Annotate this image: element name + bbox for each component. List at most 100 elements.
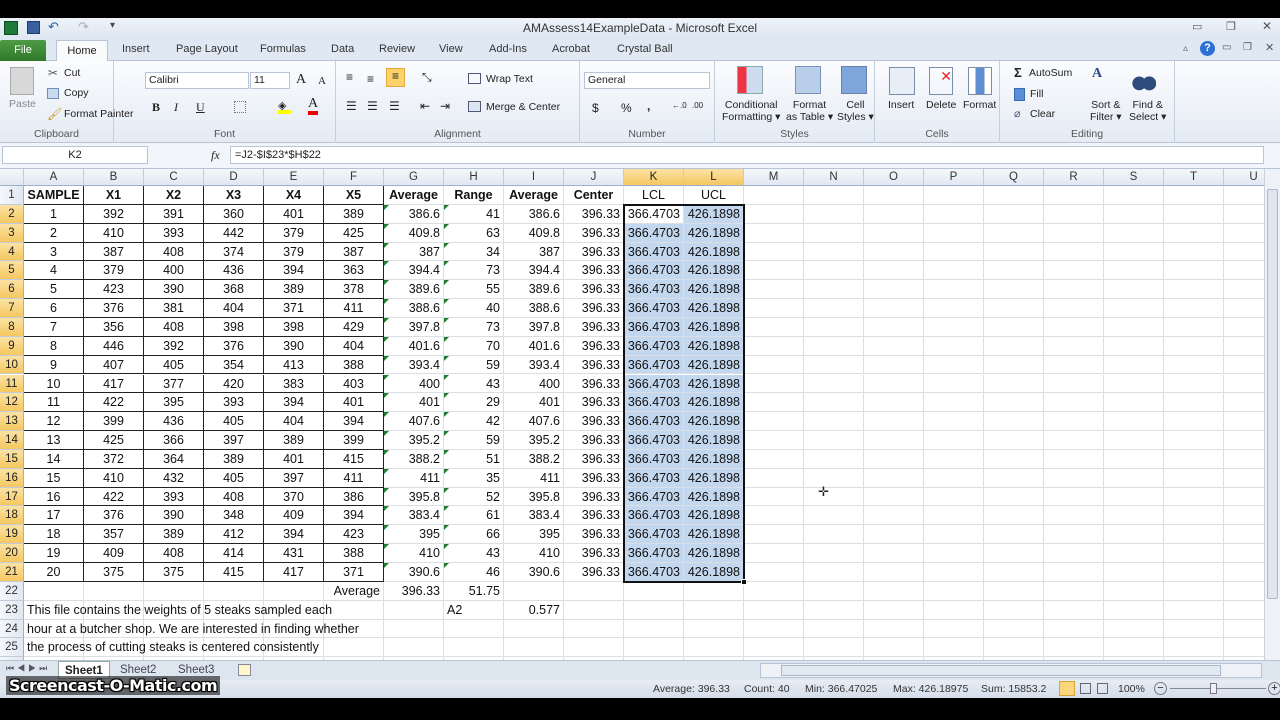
data-cell[interactable]: 366.4703 <box>624 280 684 300</box>
cell[interactable] <box>1044 449 1104 469</box>
data-cell[interactable]: 366.4703 <box>624 336 684 356</box>
fill-button[interactable]: Fill <box>1030 88 1043 100</box>
cell[interactable] <box>804 619 864 639</box>
data-cell[interactable]: 366.4703 <box>624 355 684 375</box>
data-cell[interactable]: 16 <box>24 487 84 507</box>
cell[interactable] <box>1224 506 1264 526</box>
align-center-icon[interactable]: ☰ <box>367 99 378 113</box>
cell[interactable] <box>744 563 804 582</box>
cell[interactable] <box>1224 280 1264 300</box>
normal-view-icon[interactable] <box>1059 681 1075 696</box>
data-cell[interactable]: 389 <box>324 204 384 224</box>
conditional-formatting-button[interactable]: Conditional Formatting ▾ <box>722 99 780 123</box>
cell[interactable] <box>804 412 864 432</box>
data-cell[interactable]: 366.4703 <box>624 544 684 563</box>
cell[interactable] <box>1104 393 1164 413</box>
cell[interactable] <box>24 657 84 660</box>
cell[interactable] <box>924 261 984 281</box>
data-cell[interactable]: 389.6 <box>504 280 564 300</box>
data-cell[interactable]: 417 <box>84 374 144 394</box>
cell[interactable] <box>744 299 804 318</box>
cell[interactable] <box>264 581 324 601</box>
cell[interactable] <box>1164 449 1224 469</box>
cell[interactable] <box>1104 544 1164 563</box>
cell[interactable] <box>1164 374 1224 394</box>
data-cell[interactable]: 393 <box>144 487 204 507</box>
cell[interactable] <box>1224 563 1264 582</box>
wrap-text-button[interactable]: Wrap Text <box>486 73 533 85</box>
bold-button[interactable]: B <box>152 100 160 115</box>
cell[interactable] <box>1044 525 1104 545</box>
align-right-icon[interactable]: ☰ <box>389 99 400 113</box>
data-cell[interactable]: 426.1898 <box>684 487 744 507</box>
data-cell[interactable]: 401 <box>384 393 444 413</box>
cell[interactable] <box>1044 487 1104 507</box>
cell[interactable] <box>744 355 804 375</box>
data-cell[interactable]: 366.4703 <box>624 204 684 224</box>
cell[interactable] <box>1044 412 1104 432</box>
cell[interactable] <box>564 581 624 601</box>
cell[interactable] <box>864 449 924 469</box>
format-button[interactable]: Format <box>963 99 996 111</box>
horizontal-scrollbar[interactable] <box>760 663 1262 678</box>
cell[interactable] <box>1224 544 1264 563</box>
data-cell[interactable]: 396.33 <box>564 449 624 469</box>
data-cell[interactable]: 389 <box>264 431 324 450</box>
data-cell[interactable]: 390.6 <box>384 563 444 582</box>
data-cell[interactable]: 425 <box>324 223 384 243</box>
data-cell[interactable]: 409.8 <box>384 223 444 243</box>
data-cell[interactable]: 396.33 <box>564 412 624 432</box>
tab-insert[interactable]: Insert <box>122 43 150 55</box>
cell[interactable] <box>1224 205 1264 224</box>
data-cell[interactable]: 442 <box>204 223 264 243</box>
data-cell[interactable]: 366.4703 <box>624 374 684 394</box>
cell[interactable] <box>924 563 984 582</box>
cell[interactable] <box>1224 318 1264 337</box>
header-cell[interactable]: UCL <box>684 186 744 205</box>
cell[interactable] <box>204 581 264 601</box>
cell[interactable] <box>924 525 984 545</box>
cell[interactable] <box>984 261 1044 281</box>
cell[interactable] <box>924 336 984 356</box>
cell[interactable] <box>324 600 384 620</box>
cell[interactable] <box>984 487 1044 507</box>
cell[interactable] <box>864 393 924 413</box>
data-cell[interactable]: 405 <box>204 468 264 488</box>
data-cell[interactable]: 13 <box>24 431 84 450</box>
data-cell[interactable]: 366 <box>144 431 204 450</box>
data-cell[interactable]: 386.6 <box>384 204 444 224</box>
cell[interactable] <box>1224 620 1264 639</box>
cell[interactable] <box>744 374 804 394</box>
scroll-thumb[interactable] <box>1267 189 1278 599</box>
column-header-c[interactable]: C <box>144 169 204 186</box>
cell[interactable] <box>384 600 444 620</box>
tab-formulas[interactable]: Formulas <box>260 43 306 55</box>
column-header-r[interactable]: R <box>1044 169 1104 186</box>
cell[interactable] <box>984 317 1044 337</box>
cell[interactable] <box>804 638 864 658</box>
row-header[interactable]: 22 <box>0 581 24 601</box>
data-cell[interactable]: 7 <box>24 317 84 337</box>
data-cell[interactable]: 426.1898 <box>684 393 744 413</box>
a2-value[interactable]: 0.577 <box>504 600 564 620</box>
italic-button[interactable]: I <box>174 100 178 115</box>
cell[interactable] <box>1104 280 1164 300</box>
data-cell[interactable]: 426.1898 <box>684 261 744 281</box>
merge-center-button[interactable]: Merge & Center <box>486 101 560 113</box>
orientation-icon[interactable]: ⤡ <box>422 70 432 85</box>
data-cell[interactable]: 34 <box>444 242 504 262</box>
data-cell[interactable]: 407 <box>84 355 144 375</box>
data-cell[interactable]: 8 <box>24 336 84 356</box>
cell[interactable] <box>984 581 1044 601</box>
data-cell[interactable]: 436 <box>144 412 204 432</box>
cell[interactable] <box>1104 638 1164 658</box>
data-cell[interactable]: 368 <box>204 280 264 300</box>
data-cell[interactable]: 354 <box>204 355 264 375</box>
data-cell[interactable]: 413 <box>264 355 324 375</box>
cell[interactable] <box>384 619 444 639</box>
data-cell[interactable]: 396.33 <box>564 242 624 262</box>
cell[interactable] <box>864 299 924 318</box>
data-cell[interactable]: 388.6 <box>504 299 564 318</box>
data-cell[interactable]: 366.4703 <box>624 317 684 337</box>
worksheet-grid[interactable]: A B C D E F G H I J K L M N O P Q R S T U 1 SAMPLE X1 X2 X3 X4 X5 Av… <box>0 169 1264 660</box>
